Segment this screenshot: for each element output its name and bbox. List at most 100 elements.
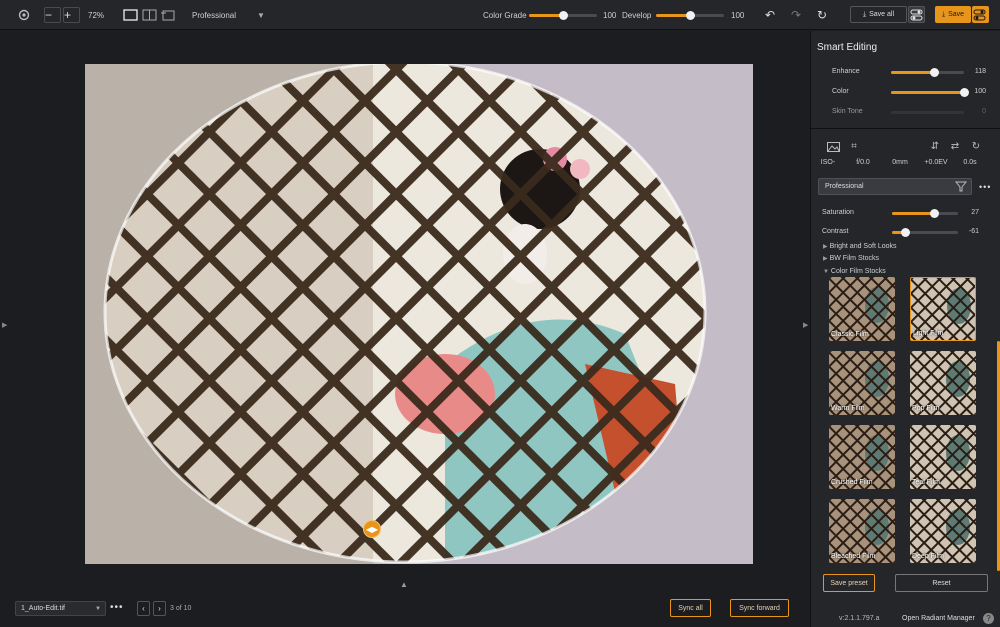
saturation-label: Saturation xyxy=(822,209,854,216)
tree-item-label: Bright and Soft Looks xyxy=(829,243,897,250)
preset-thumbnail[interactable]: Classic Film xyxy=(829,277,895,341)
color-grade-label: Color Grade xyxy=(483,10,527,20)
sync-all-button[interactable]: Sync all xyxy=(670,599,711,617)
save-button[interactable]: ⤓ Save xyxy=(935,6,971,23)
image-canvas[interactable]: ▶ ▶ ◀▶ ▲ xyxy=(0,31,810,593)
develop-slider-fill xyxy=(656,14,690,17)
redo-icon[interactable]: ↷ xyxy=(791,7,801,23)
skin-tone-label: Skin Tone xyxy=(832,108,863,115)
tree-item-label: Color Film Stocks xyxy=(830,268,886,275)
open-manager-link[interactable]: Open Radiant Manager xyxy=(902,615,975,622)
tree-item-bright-soft[interactable]: ▶ Bright and Soft Looks xyxy=(823,243,897,250)
skin-tone-slider[interactable] xyxy=(891,111,964,114)
split-view-icon[interactable] xyxy=(142,7,157,23)
contrast-value: -61 xyxy=(968,228,979,235)
download-icon: ⤓ xyxy=(941,10,946,18)
preset-thumbnail-label: Teal Film xyxy=(912,479,941,486)
preset-thumbnail[interactable]: Bleached Film xyxy=(829,499,895,563)
save-all-button[interactable]: ⤓ Save all xyxy=(850,6,907,23)
crop-view-icon[interactable] xyxy=(161,7,176,23)
enhance-slider[interactable] xyxy=(891,68,964,77)
bottom-bar: 1_Auto-Edit.tif ▼ ••• ‹ › 3 of 10 Sync a… xyxy=(0,593,810,627)
shutter-value: 0.0s xyxy=(963,159,977,166)
develop-value: 100 xyxy=(731,10,745,20)
more-options-icon[interactable]: ••• xyxy=(110,602,124,613)
preset-thumbnail[interactable]: Pop Film xyxy=(910,351,976,415)
image-info-icon[interactable] xyxy=(826,142,840,154)
before-after-split-handle[interactable]: ◀▶ xyxy=(363,520,381,538)
preset-thumbnail[interactable]: Crushed Film xyxy=(829,425,895,489)
color-grade-slider-fill xyxy=(529,14,563,17)
enhance-label: Enhance xyxy=(832,68,860,75)
tree-item-bw-film[interactable]: ▶ BW Film Stocks xyxy=(823,255,879,262)
preset-thumbnail-label: Crushed Film xyxy=(831,479,873,486)
collapse-panel-icon[interactable]: ▶ xyxy=(803,321,808,329)
preset-select-label: Professional xyxy=(825,183,864,190)
chevron-down-icon: ▼ xyxy=(95,605,101,612)
tree-item-label: BW Film Stocks xyxy=(829,255,879,262)
develop-slider[interactable] xyxy=(656,11,724,20)
zoom-out-button[interactable]: − xyxy=(44,7,61,23)
preset-thumbnail[interactable]: Teal Film xyxy=(910,425,976,489)
preset-thumbnail-label: Pop Film xyxy=(912,405,940,412)
save-options-toggle-icon[interactable] xyxy=(972,6,989,23)
saturation-slider-knob[interactable] xyxy=(929,209,939,218)
exposure-value: +0.0EV xyxy=(924,159,948,166)
save-all-options-toggle-icon[interactable] xyxy=(908,6,925,23)
right-panel: Smart Editing Enhance 118 Color 100 Skin… xyxy=(810,31,1000,627)
sync-all-label: Sync all xyxy=(678,604,703,612)
flip-vertical-icon[interactable]: ⇵ xyxy=(928,141,942,153)
preset-thumbnail-label: Deep Film xyxy=(912,553,944,560)
contrast-slider-knob[interactable] xyxy=(900,228,910,237)
crop-icon[interactable]: ⌗ xyxy=(847,141,861,153)
enhance-slider-knob[interactable] xyxy=(930,68,940,77)
undo-icon[interactable]: ↶ xyxy=(765,7,775,23)
color-grade-slider-knob[interactable] xyxy=(559,11,568,20)
focal-length-value: 0mm xyxy=(892,159,908,166)
preset-more-icon[interactable]: ••• xyxy=(979,182,991,192)
preset-select[interactable]: Professional xyxy=(818,178,972,195)
preset-thumbnail-label: Bleached Film xyxy=(831,553,876,560)
chevron-right-icon: ▶ xyxy=(823,256,828,262)
panel-title: Smart Editing xyxy=(817,42,878,53)
chevron-down-icon: ▼ xyxy=(823,269,829,275)
preset-thumbnail-label: Classic Film xyxy=(831,331,869,338)
reset-button[interactable]: Reset xyxy=(895,574,988,592)
help-icon[interactable]: ? xyxy=(983,613,994,624)
preset-thumbnail[interactable]: Light Film xyxy=(910,277,976,341)
version-text: v:2.1.1.797.a xyxy=(839,615,880,622)
preset-dropdown-label: Professional xyxy=(192,10,237,20)
sync-forward-button[interactable]: Sync forward xyxy=(730,599,789,617)
filter-icon[interactable] xyxy=(954,181,968,194)
preset-dropdown[interactable]: Professional ▼ xyxy=(192,7,265,23)
color-slider[interactable] xyxy=(891,88,969,97)
page-counter: 3 of 10 xyxy=(170,605,192,612)
refresh-icon[interactable]: ↻ xyxy=(817,7,827,23)
settings-gear-icon[interactable] xyxy=(17,7,31,23)
sync-forward-label: Sync forward xyxy=(739,604,780,612)
save-preset-button[interactable]: Save preset xyxy=(823,574,875,592)
zoom-in-button[interactable]: + xyxy=(63,7,80,23)
preset-thumbnail[interactable]: Warm Film xyxy=(829,351,895,415)
filmstrip-toggle-icon[interactable]: ▲ xyxy=(400,580,408,589)
next-image-button[interactable]: › xyxy=(153,601,166,616)
develop-label: Develop xyxy=(622,10,652,20)
photo-preview[interactable] xyxy=(85,64,753,564)
preset-thumbnail[interactable]: Deep Film xyxy=(910,499,976,563)
rotate-icon[interactable]: ↻ xyxy=(969,141,983,153)
file-select-dropdown[interactable]: 1_Auto-Edit.tif ▼ xyxy=(15,601,106,616)
save-label: Save xyxy=(948,11,965,18)
develop-slider-knob[interactable] xyxy=(686,11,695,20)
color-grade-slider[interactable] xyxy=(529,11,597,20)
flip-horizontal-icon[interactable]: ⇄ xyxy=(948,141,962,153)
preset-thumbnail-label: Warm Film xyxy=(831,405,865,412)
color-slider-fill xyxy=(891,91,964,94)
enhance-value: 118 xyxy=(974,68,986,75)
previous-image-button[interactable]: ‹ xyxy=(137,601,150,616)
collapse-left-icon[interactable]: ▶ xyxy=(2,321,7,329)
zoom-level: 72% xyxy=(88,10,105,20)
tree-item-color-film[interactable]: ▼ Color Film Stocks xyxy=(823,268,886,275)
download-icon: ⤓ xyxy=(862,10,867,18)
single-view-icon[interactable] xyxy=(123,7,138,23)
aperture-value: f/0.0 xyxy=(856,159,870,166)
